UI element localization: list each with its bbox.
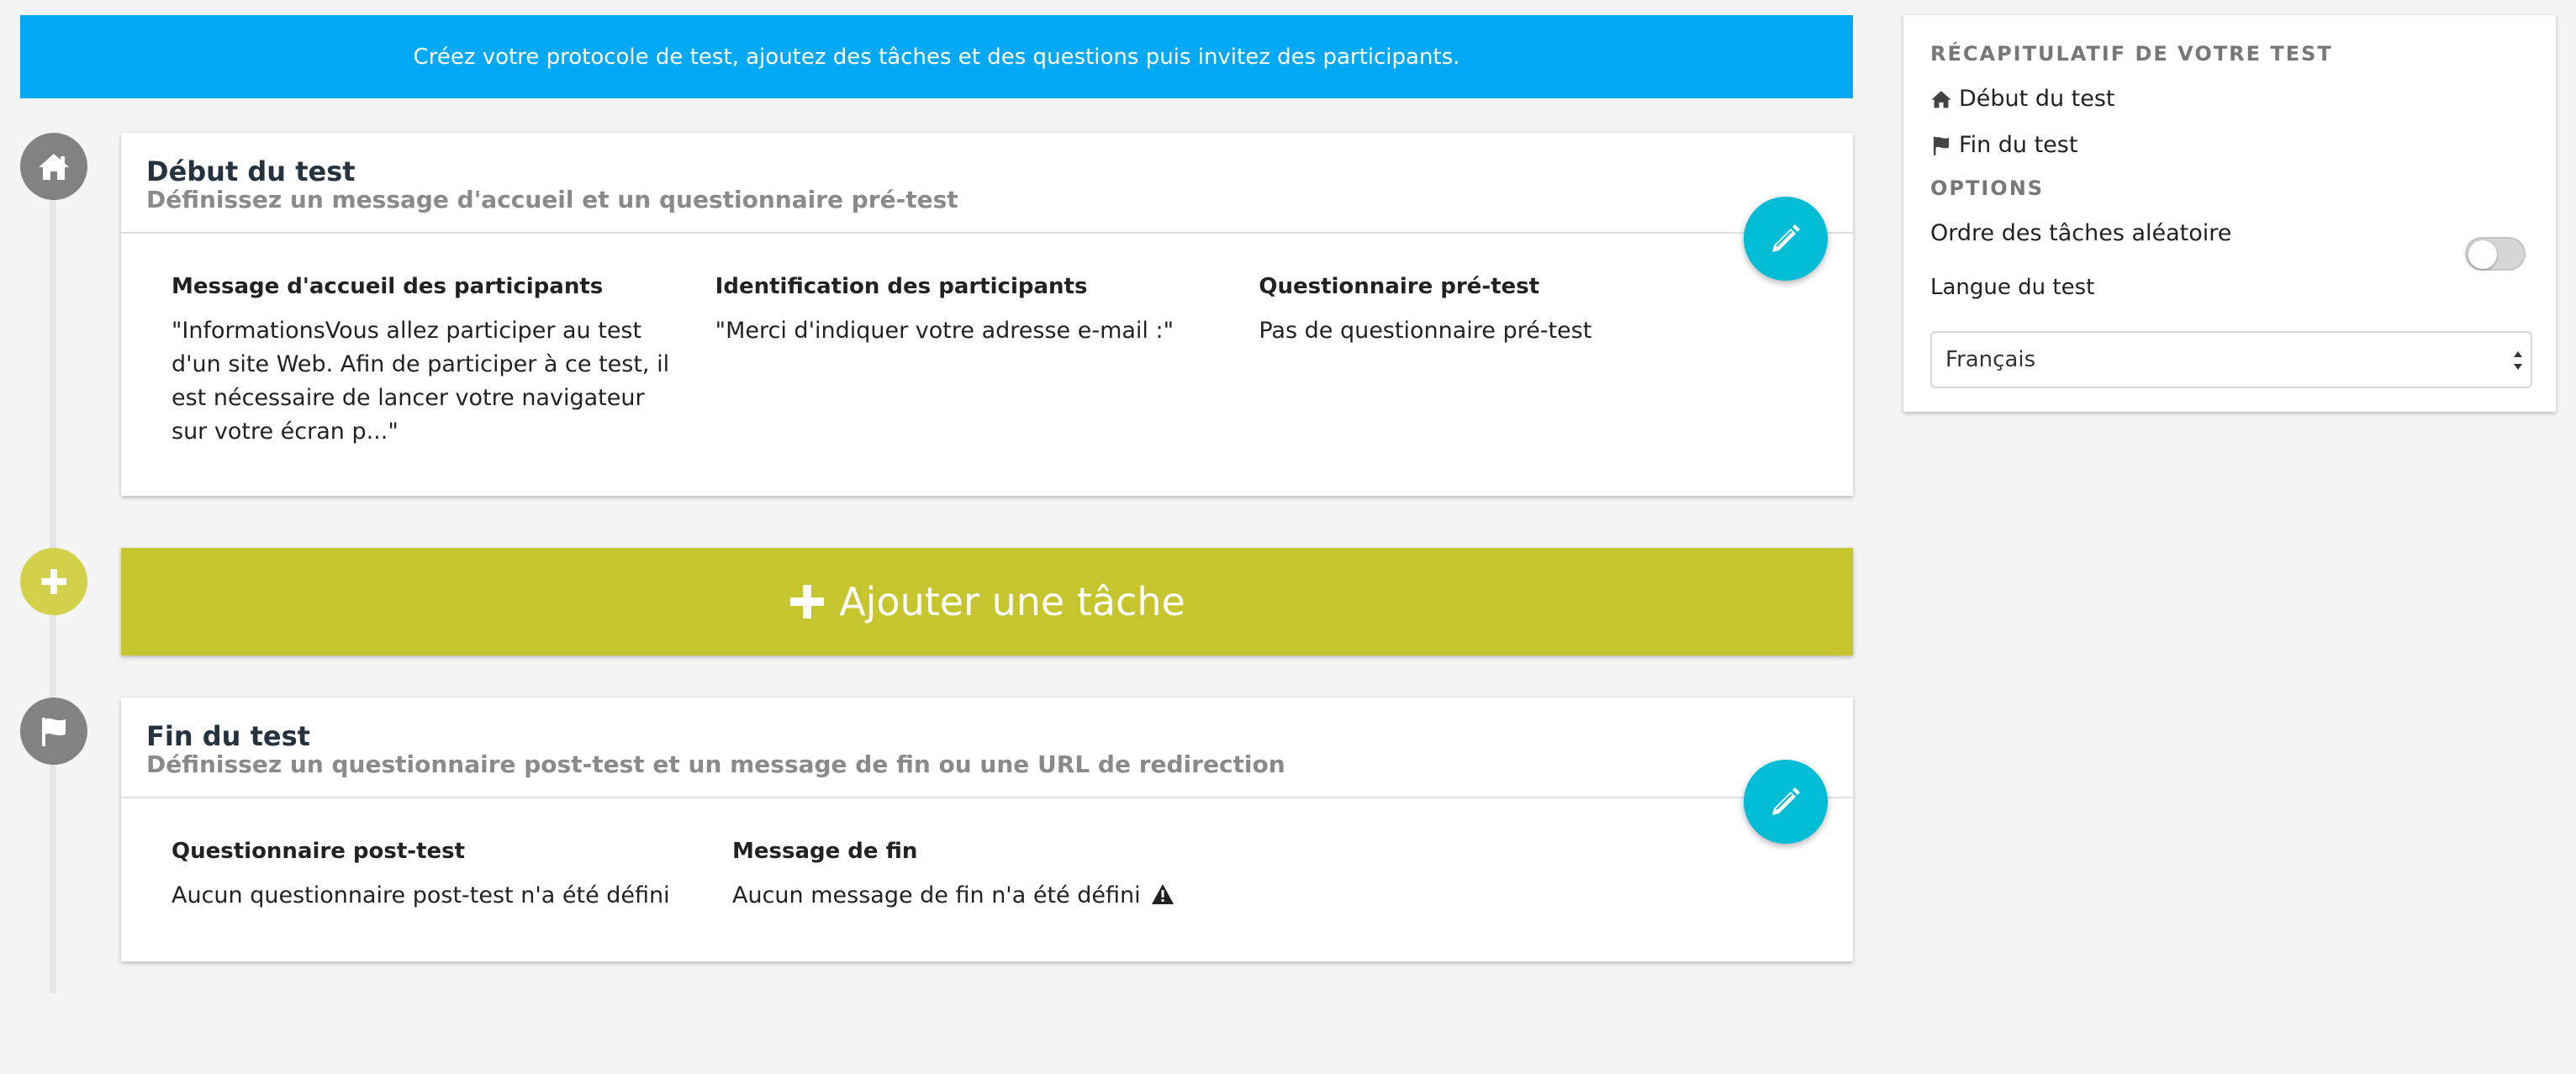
add-task-plus-icon[interactable] [20, 548, 87, 615]
random-order-row: Ordre des tâches aléatoire [1930, 220, 2529, 246]
flag-icon [20, 698, 87, 765]
summary-item-start[interactable]: Début du test [1930, 86, 2529, 112]
test-summary-panel: RÉCAPITULATIF DE VOTRE TEST Début du tes… [1903, 15, 2556, 412]
pencil-icon [1772, 224, 1800, 252]
language-label: Langue du test [1930, 275, 2095, 300]
welcome-message-text: "InformationsVous allez participer au te… [172, 317, 670, 445]
options-heading: OPTIONS [1930, 176, 2045, 200]
welcome-message-title: Message d'accueil des participants [172, 273, 604, 299]
participant-id-column: Identification des participants "Merci d… [715, 274, 1259, 449]
pencil-icon [1772, 787, 1800, 815]
end-card-title: Fin du test [146, 720, 310, 752]
warning-icon [1152, 883, 1175, 904]
select-arrows-icon [2514, 351, 2522, 370]
add-task-label: Ajouter une tâche [839, 579, 1185, 624]
language-select-value: Français [1945, 347, 2036, 372]
summary-item-end[interactable]: Fin du test [1930, 132, 2529, 158]
summary-item-end-label: Fin du test [1959, 132, 2078, 158]
end-card-subtitle: Définissez un questionnaire post-test et… [146, 750, 1285, 778]
language-select[interactable]: Français [1930, 331, 2532, 388]
summary-item-start-label: Début du test [1959, 86, 2115, 112]
info-banner: Créez votre protocole de test, ajoutez d… [20, 15, 1853, 98]
end-message-column: Message de fin Aucun message de fin n'a … [732, 839, 1293, 913]
summary-heading: RÉCAPITULATIF DE VOTRE TEST [1930, 42, 2333, 66]
end-card-header: Fin du test Définissez un questionnaire … [121, 698, 1853, 798]
add-task-button[interactable]: Ajouter une tâche [121, 548, 1853, 655]
home-icon [1931, 90, 1951, 108]
end-message-text: Aucun message de fin n'a été défini [732, 882, 1141, 908]
random-order-label: Ordre des tâches aléatoire [1930, 220, 2232, 246]
start-card-subtitle: Définissez un message d'accueil et un qu… [146, 185, 958, 213]
start-card-title: Début du test [146, 155, 356, 187]
posttest-text: Aucun questionnaire post-test n'a été dé… [172, 882, 670, 908]
toggle-knob [2468, 240, 2497, 269]
edit-end-button[interactable] [1744, 760, 1828, 844]
plus-icon [789, 583, 826, 620]
pretest-text: Pas de questionnaire pré-test [1259, 317, 1592, 344]
pretest-title: Questionnaire pré-test [1259, 273, 1540, 299]
pretest-column: Questionnaire pré-test Pas de questionna… [1259, 274, 1803, 449]
start-card: Début du test Définissez un message d'ac… [121, 133, 1853, 496]
info-banner-text: Créez votre protocole de test, ajoutez d… [413, 44, 1460, 70]
posttest-column: Questionnaire post-test Aucun questionna… [172, 839, 732, 913]
end-message-row: Aucun message de fin n'a été défini [732, 879, 1259, 913]
posttest-title: Questionnaire post-test [172, 838, 466, 864]
participant-id-title: Identification des participants [715, 273, 1088, 299]
end-message-title: Message de fin [732, 838, 918, 864]
participant-id-text: "Merci d'indiquer votre adresse e-mail :… [715, 317, 1175, 344]
end-card: Fin du test Définissez un questionnaire … [121, 698, 1853, 961]
flag-icon [1933, 136, 1950, 155]
start-card-header: Début du test Définissez un message d'ac… [121, 133, 1853, 234]
welcome-message-column: Message d'accueil des participants "Info… [172, 274, 715, 449]
random-order-toggle[interactable] [2465, 237, 2526, 271]
edit-start-button[interactable] [1744, 197, 1828, 281]
home-icon [20, 133, 87, 200]
